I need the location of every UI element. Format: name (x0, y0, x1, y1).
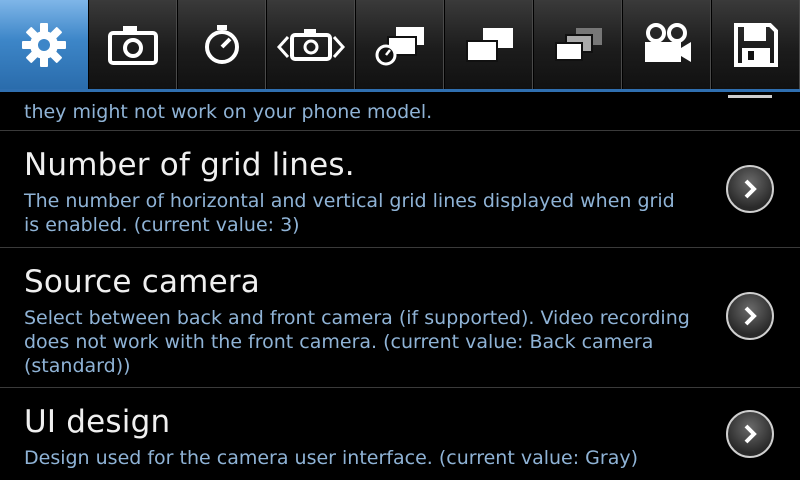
gear-icon (22, 22, 66, 67)
panorama-camera-icon (276, 28, 346, 61)
pref-ui-design[interactable]: UI design Design used for the camera use… (0, 388, 800, 480)
tab-burst-timer[interactable] (356, 0, 445, 89)
pref-source-camera[interactable]: Source camera Select between back and fr… (0, 248, 800, 388)
tab-camera[interactable] (89, 0, 178, 89)
scroll-indicator (728, 95, 772, 98)
tab-burst-fade[interactable] (534, 0, 623, 89)
camera-icon (108, 25, 158, 65)
pref-grid-lines[interactable]: Number of grid lines. The number of hori… (0, 131, 800, 248)
list-item-partial[interactable]: they might not work on your phone model. (0, 95, 800, 131)
tab-bar (0, 0, 800, 92)
preference-list[interactable]: they might not work on your phone model.… (0, 95, 800, 480)
video-camera-icon (645, 22, 691, 62)
chevron-right-icon[interactable] (726, 292, 774, 340)
pref-title: Source camera (24, 264, 260, 300)
burst-timer-icon (375, 26, 424, 65)
partial-item-description: they might not work on your phone model. (24, 101, 433, 123)
pref-title: Number of grid lines. (24, 147, 355, 183)
tab-video[interactable] (623, 0, 712, 89)
timer-icon (205, 24, 239, 64)
pref-description: Select between back and front camera (if… (24, 307, 690, 377)
burst-fade-icon (555, 27, 602, 61)
tab-timer[interactable] (178, 0, 267, 89)
chevron-right-icon[interactable] (726, 410, 774, 458)
pref-description: Design used for the camera user interfac… (24, 447, 639, 469)
pref-title: UI design (24, 404, 171, 440)
tab-burst[interactable] (445, 0, 534, 89)
chevron-right-icon[interactable] (726, 165, 774, 213)
save-icon (734, 22, 778, 67)
tab-save[interactable] (712, 0, 800, 89)
tab-panorama[interactable] (267, 0, 356, 89)
burst-icon (466, 27, 513, 62)
tab-settings[interactable] (0, 0, 89, 89)
pref-description: The number of horizontal and vertical gr… (24, 190, 675, 236)
